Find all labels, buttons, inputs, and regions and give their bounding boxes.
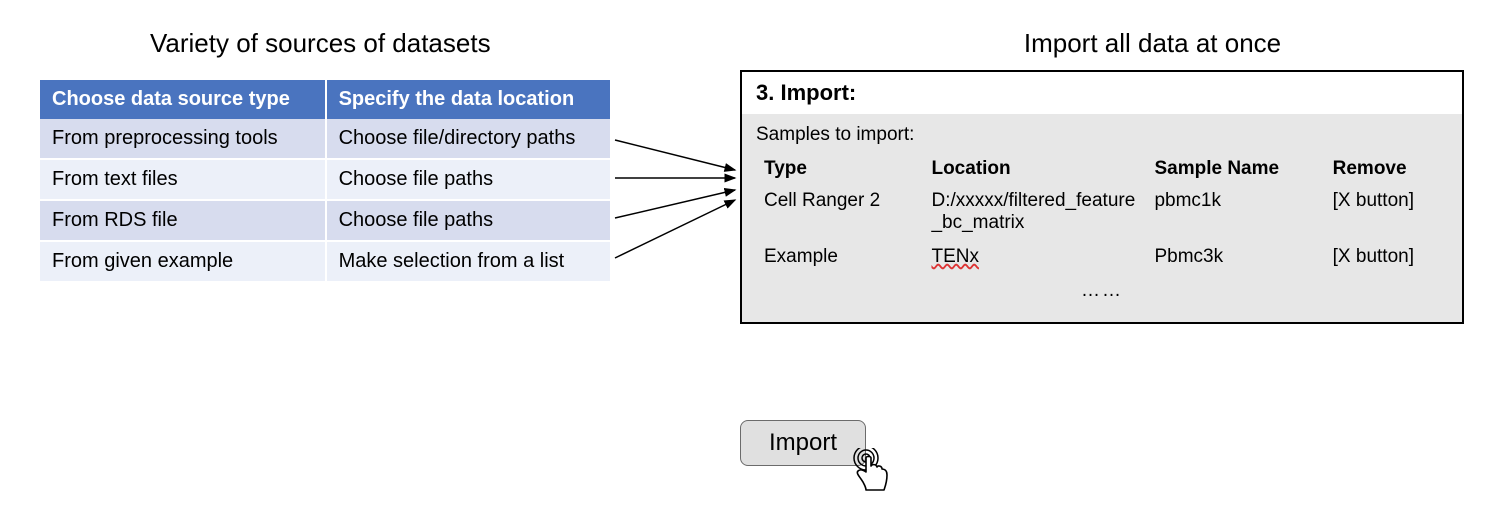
samples-col-location: Location (923, 154, 1146, 184)
sample-remove-cell[interactable]: [X button] (1325, 240, 1448, 274)
source-table-header-type: Choose data source type (40, 80, 326, 119)
right-heading: Import all data at once (825, 28, 1480, 59)
table-row: From preprocessing tools Choose file/dir… (40, 119, 610, 159)
import-panel: 3. Import: Samples to import: Type Locat… (740, 70, 1464, 324)
source-type-cell: From preprocessing tools (40, 119, 326, 159)
sample-location-cell: TENx (923, 240, 1146, 274)
source-location-cell: Choose file paths (326, 159, 610, 200)
source-type-cell: From given example (40, 241, 326, 281)
samples-col-remove: Remove (1325, 154, 1448, 184)
source-location-cell: Choose file/directory paths (326, 119, 610, 159)
sample-location-cell: D:/xxxxx/filtered_feature_bc_matrix (923, 184, 1146, 240)
sample-remove-cell[interactable]: [X button] (1325, 184, 1448, 240)
sample-name-cell: pbmc1k (1146, 184, 1324, 240)
source-types-table: Choose data source type Specify the data… (40, 80, 610, 281)
samples-to-import-label: Samples to import: (756, 124, 1448, 146)
source-type-cell: From RDS file (40, 200, 326, 241)
import-button[interactable]: Import (740, 420, 866, 466)
left-heading: Variety of sources of datasets (150, 28, 491, 59)
table-ellipsis-row: …… (756, 274, 1448, 308)
ellipsis-cell: …… (756, 274, 1448, 308)
samples-table: Type Location Sample Name Remove Cell Ra… (756, 154, 1448, 308)
table-row: Cell Ranger 2 D:/xxxxx/filtered_feature_… (756, 184, 1448, 240)
source-table-header-location: Specify the data location (326, 80, 610, 119)
table-row: From RDS file Choose file paths (40, 200, 610, 241)
source-type-cell: From text files (40, 159, 326, 200)
samples-col-type: Type (756, 154, 923, 184)
source-location-cell: Make selection from a list (326, 241, 610, 281)
table-row: Example TENx Pbmc3k [X button] (756, 240, 1448, 274)
sample-name-cell: Pbmc3k (1146, 240, 1324, 274)
sample-type-cell: Cell Ranger 2 (756, 184, 923, 240)
samples-col-sample-name: Sample Name (1146, 154, 1324, 184)
table-row: From text files Choose file paths (40, 159, 610, 200)
table-row: From given example Make selection from a… (40, 241, 610, 281)
sample-type-cell: Example (756, 240, 923, 274)
import-step-title: 3. Import: (742, 72, 1462, 114)
source-location-cell: Choose file paths (326, 200, 610, 241)
